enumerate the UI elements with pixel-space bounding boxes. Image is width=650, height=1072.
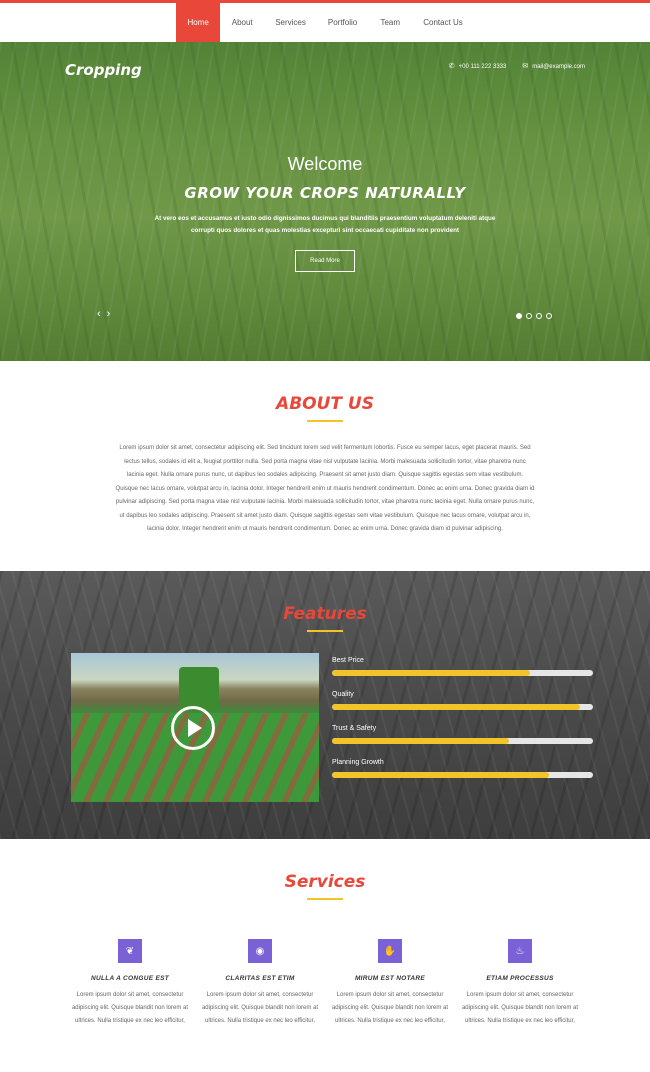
leaf-icon[interactable]: ❦: [118, 939, 142, 963]
phone-icon: ✆: [448, 63, 455, 70]
main-nav: Home About Services Portfolio Team Conta…: [0, 3, 650, 42]
service-title: NULLA A CONGUE EST: [91, 975, 169, 982]
hero-tagline: GROW YOUR CROPS NATURALLY: [184, 184, 466, 202]
globe-icon[interactable]: ◉: [248, 939, 272, 963]
service-title: MIRUM EST NOTARE: [354, 975, 426, 982]
progress-label: Quality: [332, 691, 354, 698]
slider-arrows: ‹ ›: [97, 308, 110, 320]
service-card: ♨ ETIAM PROCESSUS Lorem ipsum dolor sit …: [455, 939, 585, 1028]
slider-dot[interactable]: [516, 313, 522, 319]
phone-contact[interactable]: ✆ +00 111 222 3333: [449, 62, 507, 70]
nav-home[interactable]: Home: [176, 3, 221, 42]
slider-dot[interactable]: [536, 313, 542, 319]
about-section: ABOUT US Lorem ipsum dolor sit amet, con…: [0, 361, 650, 571]
services-section: Services ❦ NULLA A CONGUE EST Lorem ipsu…: [0, 839, 650, 1072]
progress-label: Trust & Safety: [332, 725, 377, 732]
mail-icon: ✉: [522, 63, 529, 70]
service-text: Lorem ipsum dolor sit amet, consectetur …: [201, 992, 319, 1024]
progress-label: Best Price: [332, 657, 364, 664]
service-text: Lorem ipsum dolor sit amet, consectetur …: [461, 992, 579, 1024]
nav-team[interactable]: Team: [368, 3, 412, 42]
play-icon[interactable]: [171, 706, 215, 750]
progress-fill: [332, 738, 510, 744]
hero-welcome: Welcome: [287, 154, 363, 174]
service-card: ❦ NULLA A CONGUE EST Lorem ipsum dolor s…: [65, 939, 195, 1028]
thumbs-up-icon[interactable]: ✋: [378, 939, 402, 963]
service-text: Lorem ipsum dolor sit amet, consectetur …: [71, 992, 189, 1024]
site-logo[interactable]: Cropping: [65, 61, 142, 79]
nav-services[interactable]: Services: [264, 3, 317, 42]
service-card: ◉ CLARITAS EST ETIM Lorem ipsum dolor si…: [195, 939, 325, 1028]
slider-dots: [516, 313, 552, 319]
progress-label: Planning Growth: [332, 759, 384, 766]
services-grid: ❦ NULLA A CONGUE EST Lorem ipsum dolor s…: [65, 939, 585, 1028]
progress-track: [332, 738, 593, 744]
hero-banner: Cropping ✆ +00 111 222 3333 ✉ mail@example…: [0, 42, 650, 361]
header-contact: ✆ +00 111 222 3333 ✉ mail@example.com: [449, 62, 585, 70]
progress-fill: [332, 704, 580, 710]
feature-video[interactable]: [71, 653, 319, 802]
chevron-left-icon[interactable]: ‹: [97, 308, 101, 320]
progress-item: Best Price: [332, 657, 593, 676]
read-more-button[interactable]: Read More: [295, 250, 355, 272]
about-title: ABOUT US: [276, 394, 374, 414]
progress-item: Trust & Safety: [332, 725, 593, 744]
progress-item: Planning Growth: [332, 759, 593, 778]
chevron-right-icon[interactable]: ›: [107, 308, 111, 320]
progress-track: [332, 670, 593, 676]
nav-portfolio[interactable]: Portfolio: [317, 3, 368, 42]
services-title: Services: [284, 872, 366, 892]
slider-dot[interactable]: [526, 313, 532, 319]
progress-item: Quality: [332, 691, 593, 710]
title-underline: [307, 898, 343, 900]
slider-dot[interactable]: [546, 313, 552, 319]
title-underline: [307, 630, 343, 632]
title-underline: [307, 420, 343, 422]
drop-icon[interactable]: ♨: [508, 939, 532, 963]
progress-track: [332, 704, 593, 710]
tractor-image: [179, 667, 219, 711]
service-title: ETIAM PROCESSUS: [486, 975, 554, 982]
about-text: Lorem ipsum dolor sit amet, consectetur …: [115, 445, 535, 532]
progress-fill: [332, 670, 531, 676]
features-section: Features Best Price Quality Trust & Safe…: [0, 571, 650, 839]
email-address: mail@example.com: [532, 64, 585, 70]
progress-fill: [332, 772, 549, 778]
nav-contact[interactable]: Contact Us: [412, 3, 474, 42]
progress-track: [332, 772, 593, 778]
service-text: Lorem ipsum dolor sit amet, consectetur …: [331, 992, 449, 1024]
nav-about[interactable]: About: [220, 3, 264, 42]
phone-number: +00 111 222 3333: [458, 64, 507, 70]
service-title: CLARITAS EST ETIM: [225, 975, 295, 982]
features-title: Features: [283, 604, 367, 624]
email-contact[interactable]: ✉ mail@example.com: [522, 62, 585, 70]
hero-blurb: At vero eos et accusamus et iusto odio d…: [154, 215, 496, 234]
feature-bars: Best Price Quality Trust & Safety Planni…: [332, 657, 593, 793]
service-card: ✋ MIRUM EST NOTARE Lorem ipsum dolor sit…: [325, 939, 455, 1028]
